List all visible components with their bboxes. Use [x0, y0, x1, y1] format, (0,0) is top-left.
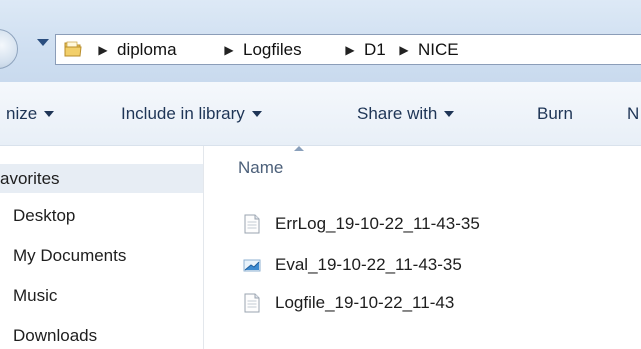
folder-icon: [64, 41, 82, 57]
file-name: Eval_19-10-22_11-43-35: [275, 255, 462, 274]
organize-label: nize: [6, 104, 38, 123]
nav-item-desktop[interactable]: Desktop: [13, 203, 75, 229]
chevron-down-icon: [444, 110, 455, 117]
address-box[interactable]: ▶ diploma ▶ Logfiles ▶ D1 ▶ NICE: [55, 34, 641, 65]
breadcrumb-separator-icon[interactable]: ▶: [94, 35, 112, 64]
column-header-name[interactable]: Name: [238, 158, 283, 178]
file-name: Logfile_19-10-22_11-43: [275, 293, 455, 312]
nav-item-my-documents[interactable]: My Documents: [13, 243, 126, 269]
share-with-menu[interactable]: Share with: [357, 82, 455, 145]
text-file-icon: [244, 293, 260, 313]
address-bar-row: ▶ diploma ▶ Logfiles ▶ D1 ▶ NICE: [0, 0, 641, 82]
breadcrumb-separator-icon[interactable]: ▶: [341, 35, 359, 64]
nav-item-downloads[interactable]: Downloads: [13, 323, 97, 349]
burn-button[interactable]: Burn: [537, 82, 573, 145]
sort-ascending-icon: [294, 146, 304, 151]
file-name: ErrLog_19-10-22_11-43-35: [275, 214, 480, 233]
include-in-library-menu[interactable]: Include in library: [121, 82, 262, 145]
chevron-down-icon: [44, 110, 55, 117]
organize-menu[interactable]: nize: [6, 82, 55, 145]
file-row[interactable]: Eval_19-10-22_11-43-35: [243, 250, 462, 280]
navigation-pane: avorites Desktop My Documents Music Down…: [0, 146, 204, 349]
file-row[interactable]: Logfile_19-10-22_11-43: [243, 288, 454, 318]
share-with-label: Share with: [357, 104, 438, 123]
text-file-icon: [244, 214, 260, 234]
chevron-down-icon: [251, 110, 262, 117]
command-toolbar: nize Include in library Share with Burn …: [0, 82, 641, 146]
new-folder-button[interactable]: N: [627, 82, 639, 145]
breadcrumb-diploma[interactable]: diploma: [117, 35, 177, 64]
breadcrumb-d1[interactable]: D1: [364, 35, 386, 64]
nav-item-music[interactable]: Music: [13, 283, 57, 309]
nav-favorites[interactable]: avorites: [0, 164, 203, 193]
breadcrumb-nice[interactable]: NICE: [418, 35, 459, 64]
breadcrumb-separator-icon[interactable]: ▶: [395, 35, 413, 64]
breadcrumb-logfiles[interactable]: Logfiles: [243, 35, 302, 64]
include-in-library-label: Include in library: [121, 104, 245, 123]
file-row[interactable]: ErrLog_19-10-22_11-43-35: [243, 209, 480, 239]
back-button[interactable]: [0, 29, 18, 69]
burn-label: Burn: [537, 104, 573, 123]
nav-favorites-label: avorites: [0, 169, 60, 188]
breadcrumb-separator-icon[interactable]: ▶: [220, 35, 238, 64]
recent-pages-dropdown-icon[interactable]: [37, 39, 49, 46]
new-folder-label: N: [627, 104, 640, 123]
image-file-icon: [243, 259, 261, 272]
